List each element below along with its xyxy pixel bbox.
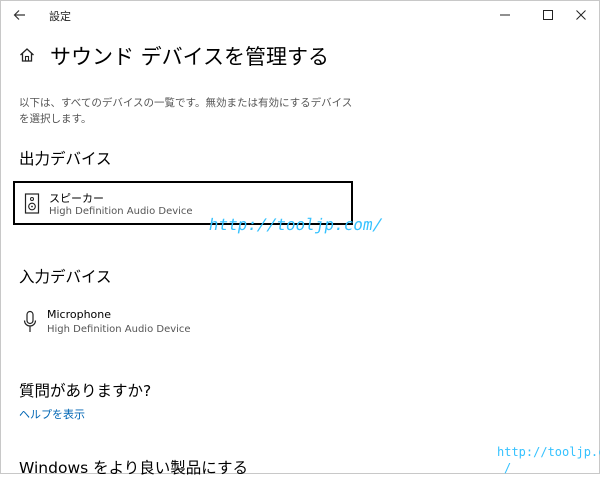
watermark-text: http://tooljp.com bbox=[497, 445, 600, 459]
improve-windows-heading: Windows をより良い製品にする bbox=[19, 459, 248, 477]
input-device-microphone[interactable]: Microphone High Definition Audio Device bbox=[13, 301, 353, 345]
microphone-icon bbox=[22, 310, 38, 334]
watermark-text: http://tooljp.com/ bbox=[207, 215, 385, 234]
close-icon[interactable] bbox=[564, 1, 598, 29]
input-devices-heading: 入力デバイス bbox=[19, 268, 112, 286]
device-subtitle: High Definition Audio Device bbox=[47, 324, 191, 335]
speaker-icon bbox=[24, 192, 40, 216]
page-description: 以下は、すべてのデバイスの一覧です。無効または有効にするデバイスを選択します。 bbox=[19, 97, 353, 125]
minimize-icon[interactable] bbox=[488, 1, 522, 29]
title-bar: 設定 bbox=[1, 1, 599, 29]
output-devices-heading: 出力デバイス bbox=[19, 150, 112, 168]
device-subtitle: High Definition Audio Device bbox=[49, 206, 193, 217]
watermark-text: / bbox=[504, 461, 512, 475]
device-name: Microphone bbox=[47, 308, 112, 321]
device-name: スピーカー bbox=[49, 192, 104, 205]
maximize-icon[interactable] bbox=[531, 1, 565, 29]
show-help-link[interactable]: ヘルプを表示 bbox=[19, 406, 85, 422]
help-heading: 質問がありますか? bbox=[19, 382, 152, 400]
page-title: サウンド デバイスを管理する bbox=[50, 45, 330, 69]
window-title: 設定 bbox=[49, 10, 71, 23]
home-icon[interactable] bbox=[18, 46, 36, 64]
back-arrow-icon[interactable] bbox=[11, 6, 29, 24]
